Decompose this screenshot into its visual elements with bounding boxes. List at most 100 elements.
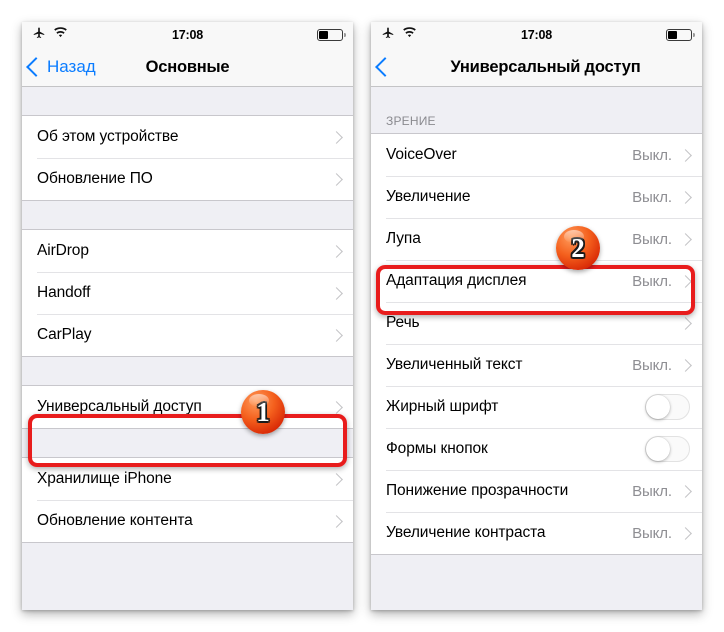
list-item-accessory: Выкл. bbox=[632, 230, 692, 248]
list-item-label: Обновление ПО bbox=[37, 170, 153, 187]
chevron-right-icon bbox=[679, 484, 692, 498]
list-item-accessory bbox=[679, 316, 692, 330]
chevron-right-icon bbox=[679, 232, 692, 246]
chevron-right-icon bbox=[330, 172, 343, 186]
list-item[interactable]: Универсальный доступ bbox=[22, 386, 353, 428]
toggle-switch[interactable] bbox=[645, 436, 690, 462]
list-item[interactable]: Жирный шрифт bbox=[371, 386, 702, 428]
chevron-right-icon bbox=[679, 526, 692, 540]
list-item-label: Адаптация дисплея bbox=[386, 272, 527, 289]
toggle-knob bbox=[646, 395, 670, 419]
back-button-label: Назад bbox=[47, 57, 96, 76]
status-bar-time-left: 17:08 bbox=[172, 28, 203, 42]
list-item-value: Выкл. bbox=[632, 146, 672, 164]
list-item-value: Выкл. bbox=[632, 356, 672, 374]
list-item-accessory: Выкл. bbox=[632, 146, 692, 164]
settings-list-right: ЗРЕНИЕ VoiceOver Выкл. Увеличение Выкл. Лупа В… bbox=[371, 87, 702, 610]
list-item-label: Увеличенный текст bbox=[386, 356, 523, 373]
chevron-right-icon bbox=[679, 316, 692, 330]
chevron-left-icon bbox=[375, 57, 395, 77]
list-item-accessory bbox=[330, 472, 343, 486]
chevron-right-icon bbox=[679, 358, 692, 372]
toggle-knob bbox=[646, 437, 670, 461]
list-item-accessory bbox=[330, 172, 343, 186]
list-item[interactable]: Handoff bbox=[22, 272, 353, 314]
status-bar-time-right: 17:08 bbox=[521, 28, 552, 42]
list-item-accessory bbox=[330, 286, 343, 300]
list-item[interactable]: Увеличенный текст Выкл. bbox=[371, 344, 702, 386]
list-item-accessory bbox=[330, 328, 343, 342]
list-item[interactable]: Речь bbox=[371, 302, 702, 344]
status-bar-right-right-icons bbox=[666, 29, 695, 41]
list-section: AirDrop Handoff CarPlay bbox=[22, 229, 353, 357]
list-item-value: Выкл. bbox=[632, 188, 672, 206]
list-item[interactable]: Увеличение контраста Выкл. bbox=[371, 512, 702, 554]
list-bottom-gap bbox=[22, 543, 353, 573]
list-item[interactable]: Обновление контента bbox=[22, 500, 353, 542]
chevron-right-icon bbox=[679, 190, 692, 204]
list-item-label: Универсальный доступ bbox=[37, 398, 202, 415]
list-item-accessory: Выкл. bbox=[632, 356, 692, 374]
list-item[interactable]: Увеличение Выкл. bbox=[371, 176, 702, 218]
list-item-label: CarPlay bbox=[37, 326, 92, 343]
list-item-value: Выкл. bbox=[632, 524, 672, 542]
list-item-label: VoiceOver bbox=[386, 146, 457, 163]
list-item[interactable]: Формы кнопок bbox=[371, 428, 702, 470]
battery-icon bbox=[666, 29, 695, 41]
list-section-gap bbox=[22, 201, 353, 229]
list-item-accessory: Выкл. bbox=[632, 188, 692, 206]
list-item-accessory bbox=[645, 394, 690, 420]
list-item-value: Выкл. bbox=[632, 230, 672, 248]
list-item-label: Речь bbox=[386, 314, 420, 331]
chevron-right-icon bbox=[330, 514, 343, 528]
list-item[interactable]: VoiceOver Выкл. bbox=[371, 134, 702, 176]
list-item[interactable]: AirDrop bbox=[22, 230, 353, 272]
list-section-gap: ЗРЕНИЕ bbox=[371, 87, 702, 133]
list-item-accessory bbox=[330, 244, 343, 258]
back-button[interactable] bbox=[375, 48, 396, 86]
nav-bar-right: Универсальный доступ bbox=[371, 48, 702, 87]
list-section-gap bbox=[22, 429, 353, 457]
list-item[interactable]: Хранилище iPhone bbox=[22, 458, 353, 500]
list-item-accessory bbox=[330, 514, 343, 528]
list-bottom-gap bbox=[371, 555, 702, 585]
list-item-value: Выкл. bbox=[632, 482, 672, 500]
chevron-right-icon bbox=[330, 328, 343, 342]
toggle-switch[interactable] bbox=[645, 394, 690, 420]
phone-screen-general-settings: 17:08 Назад Основные Об этом устройстве О… bbox=[22, 22, 353, 610]
list-section: VoiceOver Выкл. Увеличение Выкл. Лупа Выкл. Ад… bbox=[371, 133, 702, 555]
chevron-right-icon bbox=[679, 274, 692, 288]
settings-list-left: Об этом устройстве Обновление ПО AirDrop Ha… bbox=[22, 87, 353, 610]
chevron-right-icon bbox=[330, 400, 343, 414]
screenshot-stage: 17:08 Назад Основные Об этом устройстве О… bbox=[0, 0, 724, 632]
list-item-label: Формы кнопок bbox=[386, 440, 488, 457]
list-section-gap bbox=[22, 357, 353, 385]
list-item-accessory: Выкл. bbox=[632, 482, 692, 500]
phone-screen-accessibility-settings: 17:08 Универсальный доступ ЗРЕНИЕ VoiceOv… bbox=[371, 22, 702, 610]
list-item-accessory bbox=[645, 436, 690, 462]
chevron-right-icon bbox=[679, 148, 692, 162]
chevron-right-icon bbox=[330, 286, 343, 300]
list-item-label: Handoff bbox=[37, 284, 91, 301]
list-item[interactable]: Об этом устройстве bbox=[22, 116, 353, 158]
list-item-label: Увеличение контраста bbox=[386, 524, 546, 541]
list-section: Об этом устройстве Обновление ПО bbox=[22, 115, 353, 201]
list-item[interactable]: Адаптация дисплея Выкл. bbox=[371, 260, 702, 302]
list-item[interactable]: Лупа Выкл. bbox=[371, 218, 702, 260]
list-item[interactable]: Обновление ПО bbox=[22, 158, 353, 200]
battery-fill bbox=[668, 31, 677, 39]
list-item[interactable]: CarPlay bbox=[22, 314, 353, 356]
list-item-label: Хранилище iPhone bbox=[37, 470, 172, 487]
list-item-accessory: Выкл. bbox=[632, 524, 692, 542]
list-section-gap bbox=[22, 87, 353, 115]
chevron-right-icon bbox=[330, 472, 343, 486]
list-item-label: AirDrop bbox=[37, 242, 89, 259]
battery-fill bbox=[319, 31, 328, 39]
section-header: ЗРЕНИЕ bbox=[386, 114, 436, 128]
list-item[interactable]: Понижение прозрачности Выкл. bbox=[371, 470, 702, 512]
back-button[interactable]: Назад bbox=[26, 48, 96, 86]
list-item-value: Выкл. bbox=[632, 272, 672, 290]
status-bar-right: 17:08 bbox=[371, 22, 702, 48]
list-section: Универсальный доступ bbox=[22, 385, 353, 429]
list-item-accessory bbox=[330, 130, 343, 144]
